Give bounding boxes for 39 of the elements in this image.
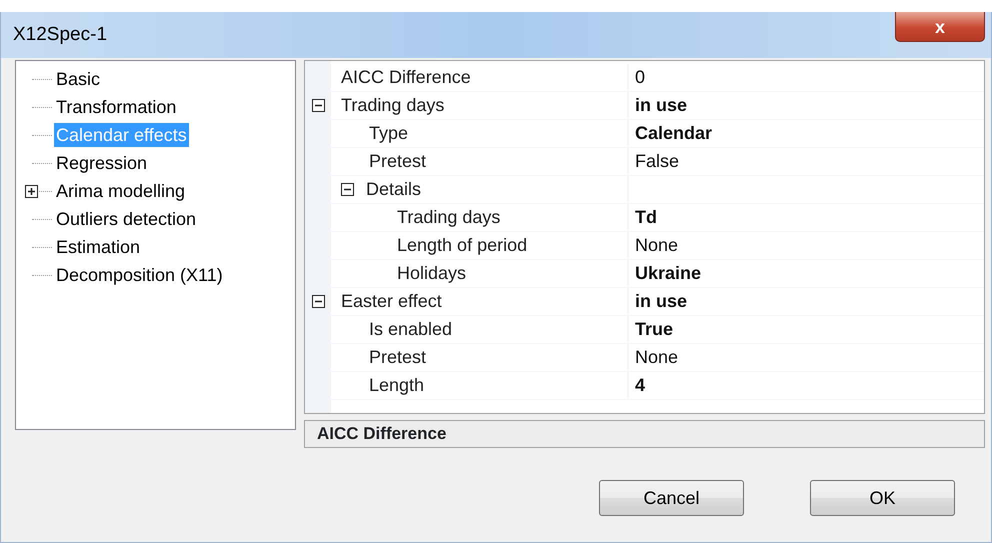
property-name: Pretest: [369, 150, 426, 173]
property-value[interactable]: 0: [635, 64, 646, 91]
dialog-button[interactable]: OK: [810, 480, 955, 516]
tree-item[interactable]: Transformation: [54, 95, 178, 119]
description-title: AICC Difference: [304, 420, 985, 448]
property-name: Easter effect: [341, 290, 442, 313]
collapse-icon[interactable]: [312, 295, 324, 308]
property-value[interactable]: Calendar: [635, 120, 712, 147]
property-name: Trading days: [397, 206, 500, 229]
property-value[interactable]: in use: [635, 92, 688, 119]
tree-item[interactable]: Regression: [54, 151, 150, 175]
expand-icon[interactable]: [25, 184, 38, 198]
dialog-button[interactable]: Cancel: [599, 480, 744, 516]
property-name: Length: [369, 374, 424, 397]
property-name: Pretest: [369, 346, 426, 369]
property-name: Trading days: [341, 94, 444, 117]
property-value[interactable]: True: [635, 316, 674, 343]
property-value[interactable]: 4: [635, 372, 646, 399]
tree-item[interactable]: Outliers detection: [54, 207, 198, 231]
tree-item[interactable]: Estimation: [54, 235, 142, 259]
property-value[interactable]: False: [635, 148, 680, 175]
property-value[interactable]: Td: [635, 204, 657, 231]
tree-item[interactable]: Decomposition (X11): [54, 263, 225, 287]
property-value[interactable]: in use: [635, 288, 688, 315]
property-name: Details: [366, 178, 422, 201]
collapse-icon[interactable]: [341, 183, 354, 196]
property-value[interactable]: None: [635, 232, 678, 259]
property-name: AICC Difference: [341, 66, 471, 89]
collapse-icon[interactable]: [312, 99, 324, 112]
tree-item[interactable]: Basic: [54, 67, 102, 91]
window-title: X12Spec-1: [13, 22, 108, 47]
property-value[interactable]: Ukraine: [635, 260, 702, 287]
property-name: Length of period: [397, 234, 528, 257]
property-name: Type: [369, 122, 408, 145]
property-name: Holidays: [397, 262, 466, 285]
property-name: Is enabled: [369, 318, 452, 341]
close-button[interactable]: x: [895, 12, 985, 42]
tree-item[interactable]: Arima modelling: [54, 179, 188, 203]
property-value[interactable]: None: [635, 344, 678, 371]
